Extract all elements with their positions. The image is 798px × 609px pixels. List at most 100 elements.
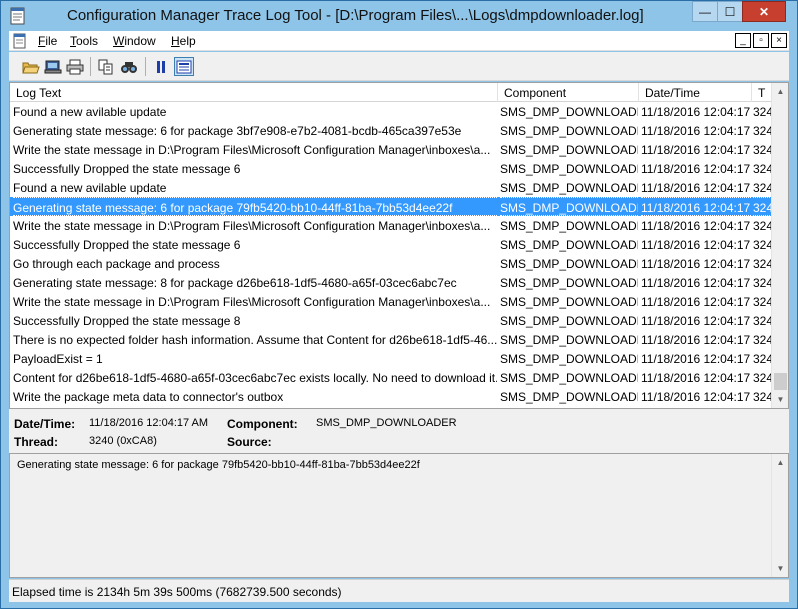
log-row-selected[interactable]: Generating state message: 6 for package … (10, 197, 772, 216)
column-log-text[interactable]: Log Text (10, 83, 498, 102)
component-cell: SMS_DMP_DOWNLOADEF (500, 124, 638, 138)
thread-cell: 324 (753, 124, 772, 138)
scroll-thumb[interactable] (774, 373, 787, 390)
component-cell: SMS_DMP_DOWNLOADEF (500, 276, 638, 290)
column-component[interactable]: Component (498, 83, 639, 102)
component-value: SMS_DMP_DOWNLOADER (316, 417, 457, 429)
datetime-label: Date/Time: (14, 417, 76, 431)
log-row[interactable]: Content for d26be618-1df5-4680-a65f-03ce… (10, 368, 772, 387)
log-list-header: Log Text Component Date/Time T (10, 83, 772, 102)
log-row[interactable]: Successfully Dropped the state message 6… (10, 159, 772, 178)
component-cell: SMS_DMP_DOWNLOADEF (500, 162, 638, 176)
datetime-cell: 11/18/2016 12:04:17. (641, 257, 751, 271)
mdi-controls: _ ▫ × (735, 33, 787, 48)
component-cell: SMS_DMP_DOWNLOADEF (500, 197, 638, 216)
datetime-cell: 11/18/2016 12:04:17. (641, 219, 751, 233)
log-text-cell: Found a new avilable update (13, 105, 167, 119)
thread-cell: 324 (753, 390, 772, 404)
log-text-cell: Generating state message: 6 for package … (13, 124, 462, 138)
component-cell: SMS_DMP_DOWNLOADEF (500, 333, 638, 347)
message-scrollbar[interactable]: ▲ ▼ (771, 454, 788, 577)
status-text: Elapsed time is 2134h 5m 39s 500ms (7682… (12, 585, 342, 599)
status-bar: Elapsed time is 2134h 5m 39s 500ms (7682… (9, 579, 789, 602)
datetime-cell: 11/18/2016 12:04:17. (641, 143, 751, 157)
log-row[interactable]: Write the state message in D:\Program Fi… (10, 140, 772, 159)
component-cell: SMS_DMP_DOWNLOADEF (500, 105, 638, 119)
app-icon (10, 7, 25, 25)
mdi-close-button[interactable]: × (771, 33, 787, 48)
log-text-cell: Successfully Dropped the state message 6 (13, 238, 241, 252)
datetime-cell: 11/18/2016 12:04:17. (641, 124, 751, 138)
message-scroll-up-icon[interactable]: ▲ (772, 454, 789, 471)
maximize-button[interactable]: ☐ (717, 1, 743, 22)
mdi-restore-button[interactable]: ▫ (753, 33, 769, 48)
scroll-up-icon[interactable]: ▲ (772, 83, 788, 100)
log-row[interactable]: Write the state message in D:\Program Fi… (10, 292, 772, 311)
print-icon[interactable] (65, 57, 85, 76)
message-box[interactable]: Generating state message: 6 for package … (9, 453, 789, 578)
log-row[interactable]: PayloadExist = 1 SMS_DMP_DOWNLOADEF 11/18/… (10, 349, 772, 368)
menu-tools[interactable]: Tools (70, 34, 98, 48)
thread-cell: 324 (753, 143, 772, 157)
print-preview-icon[interactable] (43, 57, 63, 76)
log-text-cell: Successfully Dropped the state message 8 (13, 314, 241, 328)
message-scroll-down-icon[interactable]: ▼ (772, 560, 789, 577)
open-folder-icon[interactable] (21, 57, 41, 76)
datetime-value: 11/18/2016 12:04:17 AM (89, 417, 209, 429)
details-panel: Date/Time: 11/18/2016 12:04:17 AM Compon… (9, 409, 789, 453)
thread-label: Thread: (14, 435, 59, 449)
component-cell: SMS_DMP_DOWNLOADEF (500, 143, 638, 157)
title-bar[interactable]: Configuration Manager Trace Log Tool - [… (1, 1, 797, 31)
find-icon[interactable] (119, 57, 139, 76)
close-button[interactable]: ✕ (742, 1, 786, 22)
minimize-button[interactable]: — (692, 1, 718, 22)
datetime-cell: 11/18/2016 12:04:17. (641, 276, 751, 290)
menu-help[interactable]: Help (171, 34, 196, 48)
log-row[interactable]: Successfully Dropped the state message 6… (10, 235, 772, 254)
log-row[interactable]: Generating state message: 6 for package … (10, 121, 772, 140)
log-list[interactable]: Log Text Component Date/Time T Found a n… (9, 82, 789, 409)
toolbar-separator (145, 57, 146, 76)
thread-cell: 324 (753, 181, 772, 195)
thread-cell: 324 (753, 314, 772, 328)
log-row[interactable]: Successfully Dropped the state message 8… (10, 311, 772, 330)
component-cell: SMS_DMP_DOWNLOADEF (500, 352, 638, 366)
menu-file[interactable]: File (38, 34, 57, 48)
mdi-minimize-button[interactable]: _ (735, 33, 751, 48)
datetime-cell: 11/18/2016 12:04:17. (641, 390, 751, 404)
highlight-icon[interactable] (174, 57, 194, 76)
log-text-cell: Write the state message in D:\Program Fi… (13, 219, 491, 233)
log-row[interactable]: Found a new avilable update SMS_DMP_DOWNL… (10, 102, 772, 121)
component-cell: SMS_DMP_DOWNLOADEF (500, 390, 638, 404)
datetime-cell: 11/18/2016 12:04:17. (641, 105, 751, 119)
thread-cell: 324 (753, 333, 772, 347)
copy-icon[interactable] (96, 57, 116, 76)
log-row[interactable]: Found a new avilable update SMS_DMP_DOWNL… (10, 178, 772, 197)
thread-value: 3240 (0xCA8) (89, 435, 157, 447)
scroll-down-icon[interactable]: ▼ (772, 391, 788, 408)
toolbar-separator (90, 57, 91, 76)
log-row[interactable]: There is no expected folder hash informa… (10, 330, 772, 349)
thread-cell: 324 (753, 276, 772, 290)
column-thread[interactable]: T (752, 83, 772, 102)
column-datetime[interactable]: Date/Time (639, 83, 752, 102)
menu-bar: File Tools Window Help _ ▫ × (9, 31, 789, 51)
log-row[interactable]: Write the state message in D:\Program Fi… (10, 216, 772, 235)
pause-icon[interactable] (151, 57, 171, 76)
thread-cell: 324 (753, 219, 772, 233)
component-cell: SMS_DMP_DOWNLOADEF (500, 314, 638, 328)
log-text-cell: There is no expected folder hash informa… (13, 333, 497, 347)
datetime-cell: 11/18/2016 12:04:17. (641, 197, 751, 216)
window-title: Configuration Manager Trace Log Tool - [… (67, 7, 644, 24)
datetime-cell: 11/18/2016 12:04:17. (641, 314, 751, 328)
message-text: Generating state message: 6 for package … (17, 459, 420, 471)
log-row[interactable]: Write the package meta data to connector… (10, 387, 772, 406)
thread-cell: 324 (753, 162, 772, 176)
log-row[interactable]: Go through each package and process SMS_D… (10, 254, 772, 273)
log-row[interactable]: Generating state message: 8 for package … (10, 273, 772, 292)
log-text-cell: Successfully Dropped the state message 6 (13, 162, 241, 176)
menu-window[interactable]: Window (113, 34, 156, 48)
source-label: Source: (227, 435, 272, 449)
log-text-cell: Found a new avilable update (13, 181, 167, 195)
log-scrollbar[interactable]: ▲ ▼ (771, 83, 788, 408)
